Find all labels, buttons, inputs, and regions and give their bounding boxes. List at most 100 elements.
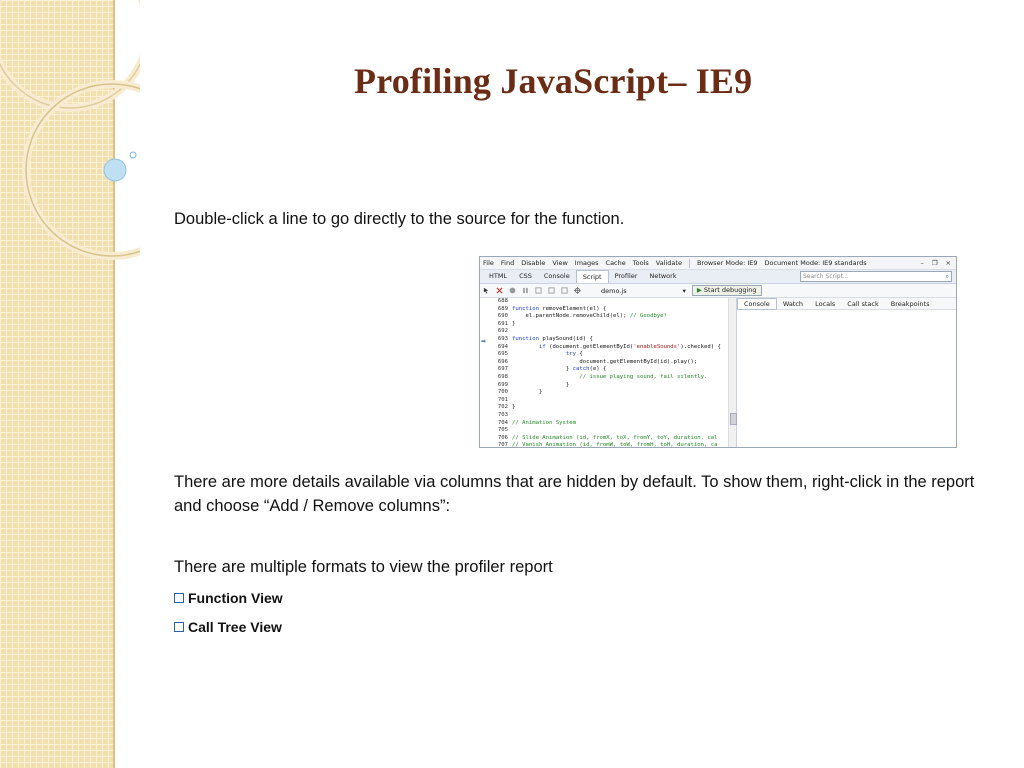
line-number: 691 bbox=[497, 320, 508, 327]
line-number: 703 bbox=[497, 411, 508, 418]
start-debugging-label: Start debugging bbox=[703, 286, 757, 294]
menu-item: Validate bbox=[655, 259, 682, 267]
ie9-devtools-screenshot: File Find Disable View Images Cache Tool… bbox=[479, 256, 957, 448]
slide-title: Profiling JavaScript– IE9 bbox=[354, 61, 753, 101]
details-text: There are more details available via col… bbox=[174, 473, 975, 515]
line-source: function playSound(id) { bbox=[512, 335, 593, 342]
line-number: 706 bbox=[497, 434, 508, 441]
line-source: } bbox=[512, 381, 570, 388]
tab-network: Network bbox=[649, 272, 677, 280]
line-number: 697 bbox=[497, 366, 508, 373]
line-number: 702 bbox=[497, 404, 508, 411]
code-line: 704 // Animation System bbox=[480, 420, 736, 428]
line-number: 696 bbox=[497, 358, 508, 365]
code-line: 703 bbox=[480, 412, 736, 420]
code-line: 694 if (document.getElementById('enableS… bbox=[480, 344, 736, 352]
search-icon: ⌕ bbox=[945, 273, 949, 280]
menu-item: Images bbox=[574, 259, 599, 267]
side-tab-console: Console bbox=[737, 297, 777, 310]
file-selector: demo.js bbox=[601, 286, 627, 295]
line-source: el.parentNode.removeChild(el); // Goodby… bbox=[512, 313, 667, 320]
current-line-marker-icon: ➡ bbox=[481, 338, 487, 345]
line-source: } bbox=[512, 404, 516, 411]
side-tab-locals: Locals bbox=[815, 299, 836, 308]
bullet-call-tree-view: Call Tree View bbox=[174, 619, 282, 635]
tab-console: Console bbox=[543, 272, 570, 280]
step-out-icon bbox=[561, 287, 568, 294]
code-lines: 688 689 function removeElement(el) {690 el… bbox=[480, 298, 736, 448]
side-tab-breakpoints: Breakpoints bbox=[890, 299, 930, 308]
clear-breakpoints-icon bbox=[496, 287, 503, 294]
close-icon: × bbox=[945, 259, 951, 267]
line-source: // issue playing sound, fail silently. bbox=[579, 373, 708, 380]
start-debugging-button: ▶ Start debugging bbox=[691, 285, 762, 296]
line-source: } catch(e) { bbox=[512, 366, 607, 373]
checkbox-bullet-icon bbox=[174, 622, 184, 632]
code-line: 705 bbox=[480, 427, 736, 435]
step-into-icon bbox=[535, 287, 542, 294]
line-number: 689 bbox=[497, 305, 508, 312]
pause-icon bbox=[523, 287, 528, 294]
browser-mode: Browser Mode: IE9 bbox=[696, 259, 758, 267]
minimize-icon: – bbox=[920, 259, 924, 267]
window-buttons: – ❐ × bbox=[920, 259, 956, 267]
side-pane-tabs: Console Watch Locals Call stack Breakpoi… bbox=[737, 297, 956, 310]
code-line: 699 } bbox=[480, 382, 736, 390]
menu-item: Tools bbox=[632, 259, 649, 267]
step-over-icon bbox=[548, 287, 555, 294]
menu-item: Cache bbox=[605, 259, 626, 267]
code-line: 693 function playSound(id) { bbox=[480, 336, 736, 344]
line-source: if (document.getElementById('enableSound… bbox=[538, 343, 721, 350]
restore-icon: ❐ bbox=[931, 259, 938, 267]
code-scrollbar bbox=[728, 298, 737, 447]
line-number: 690 bbox=[497, 313, 508, 320]
line-number: 701 bbox=[497, 396, 508, 403]
code-line: 695 try { bbox=[480, 351, 736, 359]
menu-item: Find bbox=[500, 259, 515, 267]
code-line: 700 } bbox=[480, 389, 736, 397]
tab-script: Script bbox=[575, 270, 609, 283]
search-script-input: Search Script... ⌕ bbox=[800, 271, 952, 282]
line-number: 688 bbox=[497, 298, 508, 304]
code-line: 698 // issue playing sound, fail silentl… bbox=[480, 374, 736, 382]
code-line: 696 document.getElementById(id).play(); bbox=[480, 359, 736, 367]
side-tab-watch: Watch bbox=[782, 299, 804, 308]
menu-separator bbox=[688, 258, 690, 268]
code-line: 688 bbox=[480, 298, 736, 306]
line-number: 698 bbox=[497, 373, 508, 380]
code-pane: ➡ 688 689 function removeElement(el) {690 … bbox=[480, 298, 737, 448]
line-number: 695 bbox=[497, 351, 508, 358]
side-pane: Console Watch Locals Call stack Breakpoi… bbox=[737, 297, 956, 447]
formats-text: There are multiple formats to view the p… bbox=[174, 558, 553, 576]
chevron-down-icon: ▾ bbox=[682, 286, 686, 295]
checkbox-bullet-icon bbox=[174, 593, 184, 603]
play-icon: ▶ bbox=[696, 286, 702, 294]
select-arrow-icon bbox=[483, 287, 489, 294]
script-toolbar: demo.js ▾ ▶ Start debugging bbox=[480, 284, 956, 298]
line-source: // Vanish Animation (id, fromW, toW, fro… bbox=[512, 442, 718, 448]
menu-item: File bbox=[483, 259, 494, 267]
menu-item: Disable bbox=[521, 259, 546, 267]
line-number: 704 bbox=[497, 419, 508, 426]
line-source: } bbox=[512, 320, 516, 327]
line-number: 700 bbox=[497, 389, 508, 396]
tab-css: CSS bbox=[519, 272, 532, 280]
devtools-tabs: HTML CSS Console Script Profiler Network… bbox=[480, 270, 956, 284]
line-number: 699 bbox=[497, 381, 508, 388]
intro-text: Double-click a line to go directly to th… bbox=[174, 210, 625, 228]
line-source: // Slide Animation (id, fromX, toX, from… bbox=[512, 434, 718, 441]
line-source: document.getElementById(id).play(); bbox=[512, 358, 698, 365]
bullet-label: Function View bbox=[188, 590, 283, 606]
line-source: try { bbox=[565, 351, 583, 358]
tab-profiler: Profiler bbox=[614, 272, 638, 280]
code-line: 689 function removeElement(el) { bbox=[480, 306, 736, 314]
line-number: 707 bbox=[497, 442, 508, 448]
decorative-circles bbox=[0, 0, 140, 260]
code-line: 697 } catch(e) { bbox=[480, 366, 736, 374]
line-source: // Animation System bbox=[512, 419, 576, 426]
code-line: 692 bbox=[480, 328, 736, 336]
bullet-label: Call Tree View bbox=[188, 619, 282, 635]
side-tab-call-stack: Call stack bbox=[847, 299, 879, 308]
line-number: 705 bbox=[497, 427, 508, 434]
menu-item: View bbox=[552, 259, 568, 267]
